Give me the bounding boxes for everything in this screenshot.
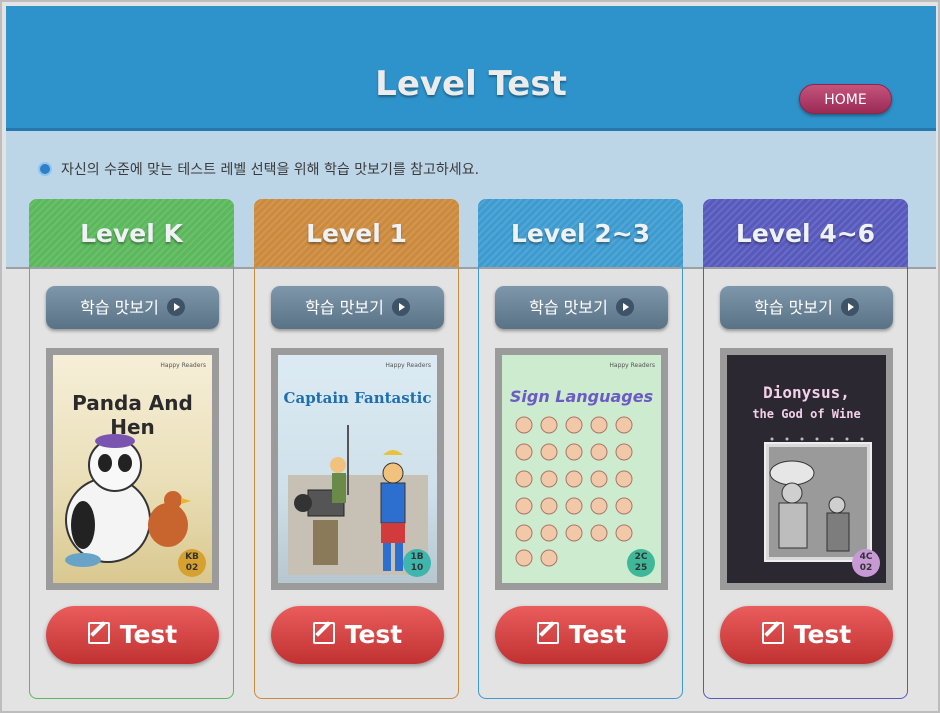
level-label: Level 2~3 xyxy=(510,219,651,248)
level-label: Level 4~6 xyxy=(735,219,876,248)
test-button-k[interactable]: Test xyxy=(46,606,219,664)
level-code-badge: KB 02 xyxy=(178,549,206,577)
test-label: Test xyxy=(793,620,852,649)
level-test-page: Level Test HOME 자신의 수준에 맞는 테스트 레벨 선택을 위해… xyxy=(0,0,940,713)
cover-art: Happy Readers Sign Languages 2C 25 xyxy=(502,355,661,583)
level-card-k: Level K 학습 맛보기 Happy Readers Panda And H… xyxy=(29,199,234,699)
test-label: Test xyxy=(344,620,403,649)
preview-label: 학습 맛보기 xyxy=(305,298,384,317)
test-button-4-6[interactable]: Test xyxy=(720,606,893,664)
page-title: Level Test xyxy=(375,64,567,104)
test-button-1[interactable]: Test xyxy=(271,606,444,664)
cover-art: Happy Readers Panda And Hen KB 02 xyxy=(53,355,212,583)
book-cover-k: Happy Readers Panda And Hen KB 02 xyxy=(46,348,219,590)
book-cover-2-3: Happy Readers Sign Languages 2C 25 xyxy=(495,348,668,590)
edit-icon xyxy=(312,622,335,644)
level-code-badge: 4C 02 xyxy=(852,549,880,577)
book-cover-1: Happy Readers Captain Fantastic 1B 10 xyxy=(271,348,444,590)
notice: 자신의 수준에 맞는 테스트 레벨 선택을 위해 학습 맛보기를 참고하세요. xyxy=(38,159,479,179)
level-code-badge: 2C 25 xyxy=(627,549,655,577)
cover-art: Happy Readers Captain Fantastic 1B 10 xyxy=(278,355,437,583)
test-label: Test xyxy=(568,620,627,649)
edit-icon xyxy=(87,622,110,644)
level-tab-4-6[interactable]: Level 4~6 xyxy=(703,199,908,267)
play-arrow-icon xyxy=(840,297,859,316)
level-card-2-3: Level 2~3 학습 맛보기 Happy Readers Sign Lang… xyxy=(478,199,683,699)
level-tab-k[interactable]: Level K xyxy=(29,199,234,267)
test-label: Test xyxy=(119,620,178,649)
notice-text: 자신의 수준에 맞는 테스트 레벨 선택을 위해 학습 맛보기를 참고하세요. xyxy=(61,162,480,178)
book-cover-4-6: Dionysus, the God of Wine 4C 02 xyxy=(720,348,893,590)
preview-button-k[interactable]: 학습 맛보기 xyxy=(46,286,219,329)
preview-button-4-6[interactable]: 학습 맛보기 xyxy=(720,286,893,329)
preview-label: 학습 맛보기 xyxy=(80,298,159,317)
preview-label: 학습 맛보기 xyxy=(529,298,608,317)
play-arrow-icon xyxy=(615,297,634,316)
level-card-4-6: Level 4~6 학습 맛보기 Dionysus, the God of Wi… xyxy=(703,199,908,699)
cover-art: Dionysus, the God of Wine 4C 02 xyxy=(727,355,886,583)
level-code-badge: 1B 10 xyxy=(403,549,431,577)
level-tab-1[interactable]: Level 1 xyxy=(254,199,459,267)
preview-label: 학습 맛보기 xyxy=(754,298,833,317)
level-label: Level 1 xyxy=(306,219,407,248)
level-tab-2-3[interactable]: Level 2~3 xyxy=(478,199,683,267)
test-button-2-3[interactable]: Test xyxy=(495,606,668,664)
level-label: Level K xyxy=(80,219,183,248)
preview-button-2-3[interactable]: 학습 맛보기 xyxy=(495,286,668,329)
play-arrow-icon xyxy=(391,297,410,316)
bullet-icon xyxy=(38,162,52,176)
home-button[interactable]: HOME xyxy=(799,84,892,114)
edit-icon xyxy=(536,622,559,644)
edit-icon xyxy=(761,622,784,644)
level-card-1: Level 1 학습 맛보기 Happy Readers Captain Fan… xyxy=(254,199,459,699)
play-arrow-icon xyxy=(166,297,185,316)
header: Level Test HOME xyxy=(6,6,936,131)
preview-button-1[interactable]: 학습 맛보기 xyxy=(271,286,444,329)
